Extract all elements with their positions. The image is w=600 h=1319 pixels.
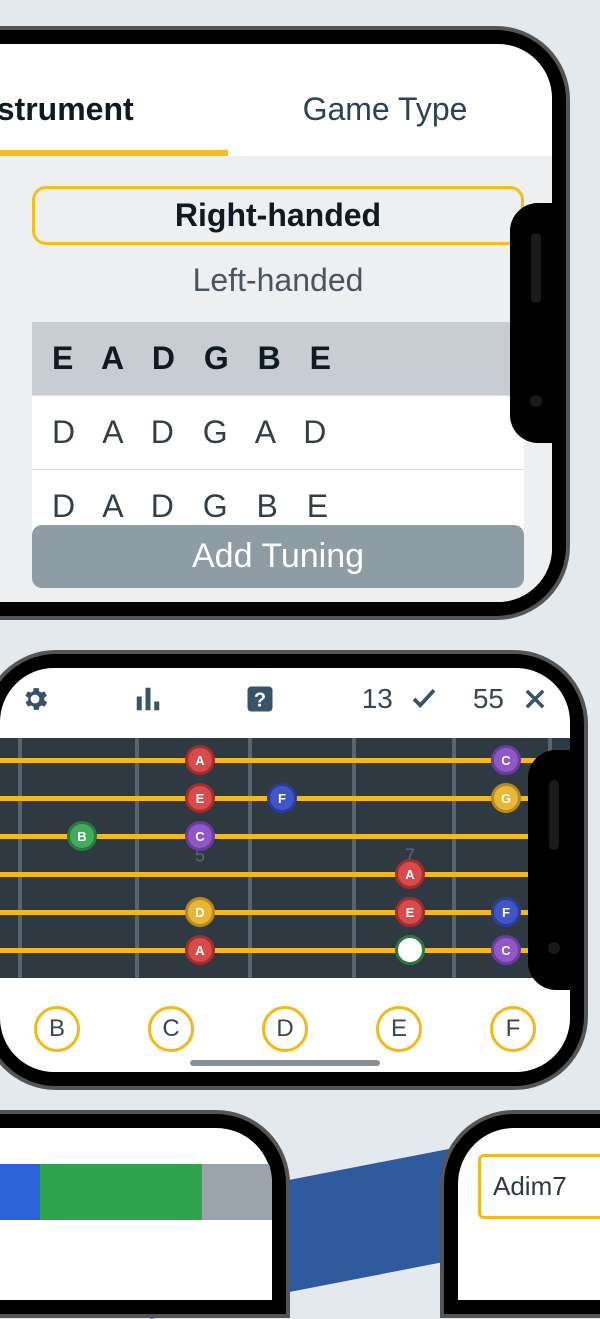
- fret-note[interactable]: E: [185, 783, 215, 813]
- chord-label[interactable]: Adim7: [478, 1154, 600, 1219]
- fret-note[interactable]: B: [67, 821, 97, 851]
- phone-fretboard: ? 13 55: [0, 654, 584, 1086]
- score-right: 55: [467, 683, 510, 715]
- device-notch: [528, 750, 570, 990]
- tab-bar: Instrument Game Type: [0, 44, 552, 154]
- fret-note[interactable]: E: [395, 897, 425, 927]
- game-toolbar: ? 13 55: [0, 668, 570, 730]
- check-icon: [407, 682, 441, 716]
- fret-note[interactable]: C: [491, 935, 521, 965]
- progress-bar: [0, 1164, 272, 1220]
- fret-note[interactable]: F: [491, 897, 521, 927]
- device-notch: [510, 203, 552, 443]
- tab-instrument[interactable]: Instrument: [0, 57, 218, 154]
- stats-icon[interactable]: [131, 682, 165, 716]
- answer-button[interactable]: F: [490, 1006, 536, 1052]
- option-right-handed[interactable]: Right-handed: [32, 186, 524, 245]
- answer-button[interactable]: C: [148, 1006, 194, 1052]
- fret-note[interactable]: C: [185, 821, 215, 851]
- answer-button[interactable]: D: [262, 1006, 308, 1052]
- fret-note[interactable]: A: [185, 745, 215, 775]
- fret-note[interactable]: C: [491, 745, 521, 775]
- tuning-item[interactable]: E A D G B E: [32, 322, 524, 396]
- close-icon[interactable]: [518, 682, 552, 716]
- help-icon[interactable]: ?: [243, 682, 277, 716]
- fret-note[interactable]: [395, 935, 425, 965]
- fretboard[interactable]: 5 7 AECDABFAECGFC: [0, 738, 570, 978]
- phone-settings: Instrument Game Type Right-handed Left-h…: [0, 30, 566, 616]
- gear-icon[interactable]: [18, 682, 52, 716]
- answer-row: B C D E F: [0, 998, 570, 1060]
- fret-note[interactable]: D: [185, 897, 215, 927]
- phone-progress-fragment: [0, 1114, 286, 1314]
- tab-game-type[interactable]: Game Type: [218, 57, 552, 154]
- answer-button[interactable]: E: [376, 1006, 422, 1052]
- option-left-handed[interactable]: Left-handed: [32, 251, 524, 310]
- score-left: 13: [356, 683, 399, 715]
- svg-text:?: ?: [254, 690, 266, 712]
- fret-note[interactable]: A: [185, 935, 215, 965]
- answer-button[interactable]: B: [34, 1006, 80, 1052]
- fret-note[interactable]: A: [395, 859, 425, 889]
- add-tuning-button[interactable]: Add Tuning: [32, 525, 524, 588]
- fret-note[interactable]: F: [267, 783, 297, 813]
- fret-note[interactable]: G: [491, 783, 521, 813]
- home-indicator: [190, 1060, 380, 1066]
- tuning-item[interactable]: D A D G A D: [32, 396, 524, 470]
- phone-chord-fragment: Adim7: [444, 1114, 600, 1314]
